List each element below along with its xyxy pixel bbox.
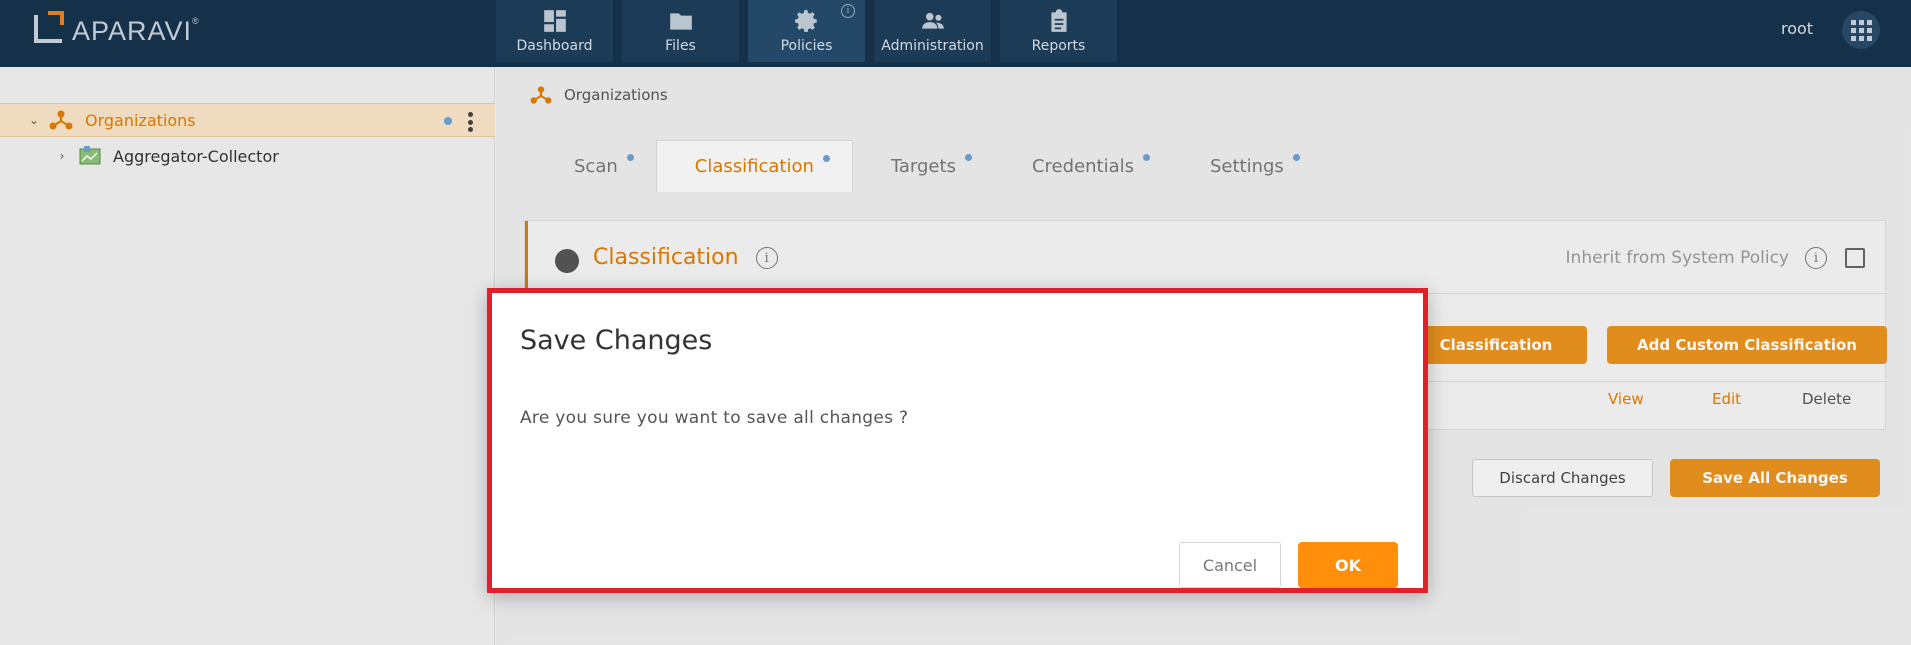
cancel-button[interactable]: Cancel (1179, 542, 1281, 588)
save-changes-dialog: Save Changes Are you sure you want to sa… (487, 288, 1428, 593)
dialog-message: Are you sure you want to save all change… (520, 408, 909, 428)
dialog-title: Save Changes (520, 325, 713, 356)
ok-button[interactable]: OK (1298, 542, 1398, 588)
